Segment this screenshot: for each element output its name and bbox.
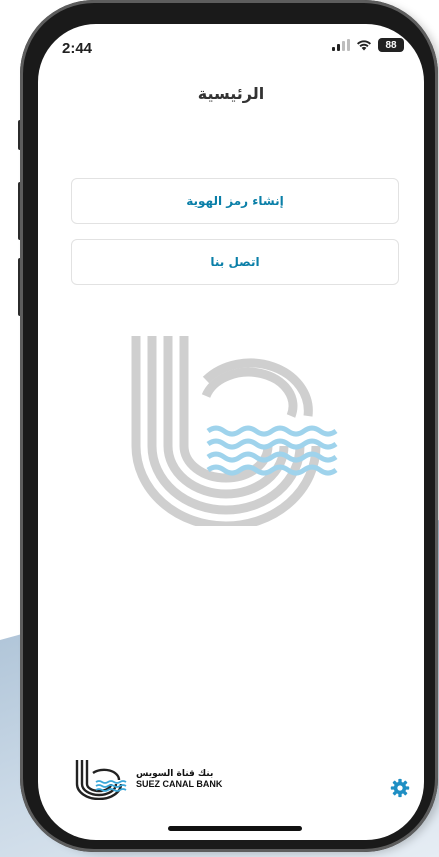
status-indicators: 88	[332, 38, 404, 52]
cellular-signal-icon	[332, 39, 350, 51]
create-identity-code-button[interactable]: إنشاء رمز الهوية	[71, 178, 399, 224]
home-indicator[interactable]	[168, 826, 302, 831]
bank-logo-icon	[75, 760, 127, 800]
bank-logo-watermark	[131, 336, 338, 526]
contact-us-button[interactable]: اتصل بنا	[71, 239, 399, 285]
battery-icon: 88	[378, 38, 404, 52]
app-screen: 2:44 88 الرئيسية إنشاء رمز الهوية اتصل ب…	[38, 24, 424, 840]
gear-icon[interactable]	[390, 778, 410, 798]
status-time: 2:44	[62, 40, 93, 57]
page-title: الرئيسية	[197, 84, 265, 103]
bank-logo: بنك قناة السويس SUEZ CANAL BANK	[74, 760, 222, 800]
wifi-icon	[357, 40, 371, 51]
bank-name-english: SUEZ CANAL BANK	[136, 779, 223, 789]
